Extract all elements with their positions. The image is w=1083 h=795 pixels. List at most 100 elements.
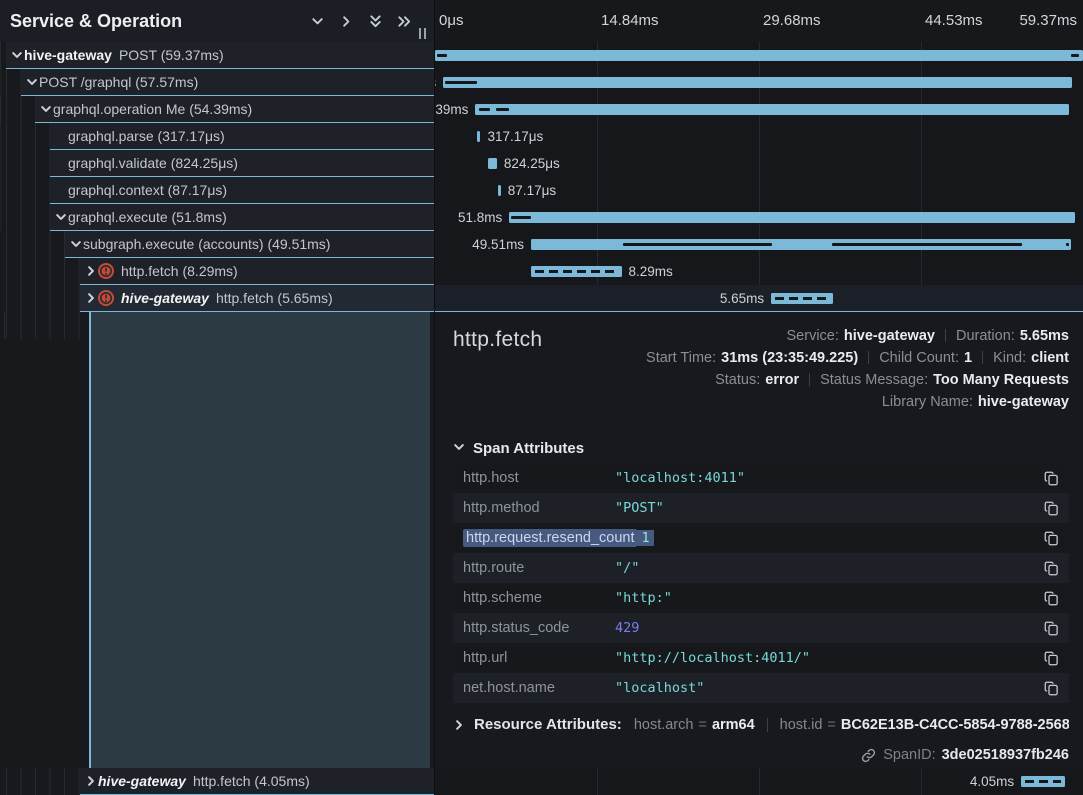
double-chevron-down-icon[interactable] [367,13,383,29]
chevron-down-icon[interactable] [309,13,325,29]
link-icon[interactable] [861,748,876,763]
attribute-key[interactable]: http.scheme [463,590,615,606]
copy-icon[interactable] [1044,650,1059,667]
attribute-key[interactable]: http.host [463,470,615,486]
span-duration-bar[interactable] [498,185,501,196]
span-tree-row[interactable]: http.fetch (8.29ms) [0,258,434,285]
attribute-row: net.host.name "localhost" [453,673,1069,703]
timeline-row[interactable]: 317.17μs [435,123,1083,150]
attribute-value[interactable]: "localhost:4011" [615,470,1044,486]
span-duration-label: 51.8ms [458,204,502,231]
span-tree-row[interactable]: hive-gateway POST (59.37ms) [0,42,434,69]
attribute-value[interactable]: "POST" [615,500,1044,516]
tree-indent-guides [0,768,80,795]
span-duration-bar[interactable] [475,104,1069,115]
attribute-value[interactable]: 1 [637,530,1044,546]
timeline-row[interactable]: 4.05ms [435,768,1083,795]
bar-inner-mark [445,81,477,84]
selected-span-expanded-area [0,312,434,768]
copy-icon[interactable] [1044,560,1059,577]
meta-value: 5.65ms [1020,328,1069,344]
span-tree-row[interactable]: hive-gateway http.fetch (4.05ms) [0,768,434,795]
tree-expand-chevron-icon[interactable] [25,76,39,88]
tree-expand-chevron-icon[interactable] [84,292,98,304]
span-attributes-table: http.host "localhost:4011" http.method "… [453,463,1069,703]
meta-divider [982,351,983,364]
copy-icon[interactable] [1044,530,1059,547]
double-chevron-right-icon[interactable] [396,13,412,29]
timeline-row[interactable]: 824.25μs [435,150,1083,177]
span-duration-bar[interactable] [1021,776,1065,787]
span-duration-bar[interactable] [531,239,1071,250]
span-attributes-header[interactable]: Span Attributes [453,440,584,457]
attribute-key[interactable]: http.request.resend_count [463,530,637,546]
timeline-row[interactable]: 5.65ms [435,285,1083,312]
tree-indent-guides [0,312,89,339]
span-tree-row[interactable]: POST /graphql (57.57ms) [0,69,434,96]
span-tree-row[interactable]: subgraph.execute (accounts) (49.51ms) [0,231,434,258]
timeline-row[interactable]: 8.29ms [435,258,1083,285]
chevron-right-icon[interactable] [338,13,354,29]
tree-expand-chevron-icon[interactable] [84,775,98,787]
attribute-key[interactable]: http.route [463,560,615,576]
attribute-value[interactable]: "http://localhost:4011/" [615,650,1044,666]
attribute-key[interactable]: http.method [463,500,615,516]
span-tree-row[interactable]: graphql.validate (824.25μs) [0,150,434,177]
attribute-value[interactable]: "/" [615,560,1044,576]
service-name: hive-gateway [24,47,112,63]
span-duration-bar[interactable] [488,158,497,169]
attribute-value[interactable]: "localhost" [615,680,1044,696]
attribute-value[interactable]: 429 [615,620,1044,636]
equals-sign: = [827,717,835,733]
span-tree-bottom: hive-gateway http.fetch (4.05ms) [0,768,434,795]
tree-expand-chevron-icon[interactable] [54,211,68,223]
panel-divider[interactable] [434,0,435,795]
span-duration-bar[interactable] [443,77,1071,88]
tree-indent-guides [0,96,35,123]
timeline-row[interactable]: 54.39ms [435,96,1083,123]
meta-label: Status Message: [820,372,928,388]
timeline-row[interactable]: 49.51ms [435,231,1083,258]
attribute-key[interactable]: http.url [463,650,615,666]
span-duration-bar[interactable] [771,293,833,304]
span-duration-label: 8.29ms [629,258,673,285]
attribute-key[interactable]: http.status_code [463,620,615,636]
service-name: hive-gateway [98,773,186,789]
timeline-row[interactable]: 87.17μs [435,177,1083,204]
tree-indent-guides [0,177,50,204]
span-duration-bar[interactable] [531,266,621,277]
meta-value: client [1031,350,1069,366]
span-tree-row[interactable]: graphql.context (87.17μs) [0,177,434,204]
tree-expand-chevron-icon[interactable] [39,103,53,115]
copy-icon[interactable] [1044,620,1059,637]
tree-expand-chevron-icon[interactable] [84,265,98,277]
span-tree-row[interactable]: graphql.parse (317.17μs) [0,123,434,150]
span-duration-bar[interactable] [509,212,1074,223]
meta-divider [945,329,946,342]
span-duration-bar[interactable] [435,50,1083,61]
tree-expand-chevron-icon[interactable] [10,49,24,61]
attribute-value[interactable]: "http:" [615,590,1044,606]
error-icon [98,290,114,306]
resource-attributes-title[interactable]: Resource Attributes: [474,716,622,733]
span-tree-row[interactable]: graphql.operation Me (54.39ms) [0,96,434,123]
tree-expand-chevron-icon[interactable] [69,238,83,250]
meta-label: Library Name: [882,394,973,410]
chevron-right-icon[interactable] [453,719,465,731]
bar-dash-pattern [775,297,829,300]
copy-icon[interactable] [1044,500,1059,517]
span-duration-bar[interactable] [477,131,480,142]
timeline-row[interactable]: 57.57ms [435,69,1083,96]
attribute-key[interactable]: net.host.name [463,680,615,696]
meta-label: Start Time: [646,350,716,366]
timeline-row[interactable]: 51.8ms [435,204,1083,231]
span-duration-label: 824.25μs [504,150,560,177]
timeline-row[interactable]: 59.37ms [435,42,1083,69]
copy-icon[interactable] [1044,680,1059,697]
copy-icon[interactable] [1044,590,1059,607]
copy-icon[interactable] [1044,470,1059,487]
panel-resize-handle-icon[interactable] [419,28,426,39]
span-attributes-title: Span Attributes [473,440,584,457]
span-tree-row[interactable]: graphql.execute (51.8ms) [0,204,434,231]
span-tree-row[interactable]: hive-gateway http.fetch (5.65ms) [0,285,434,312]
